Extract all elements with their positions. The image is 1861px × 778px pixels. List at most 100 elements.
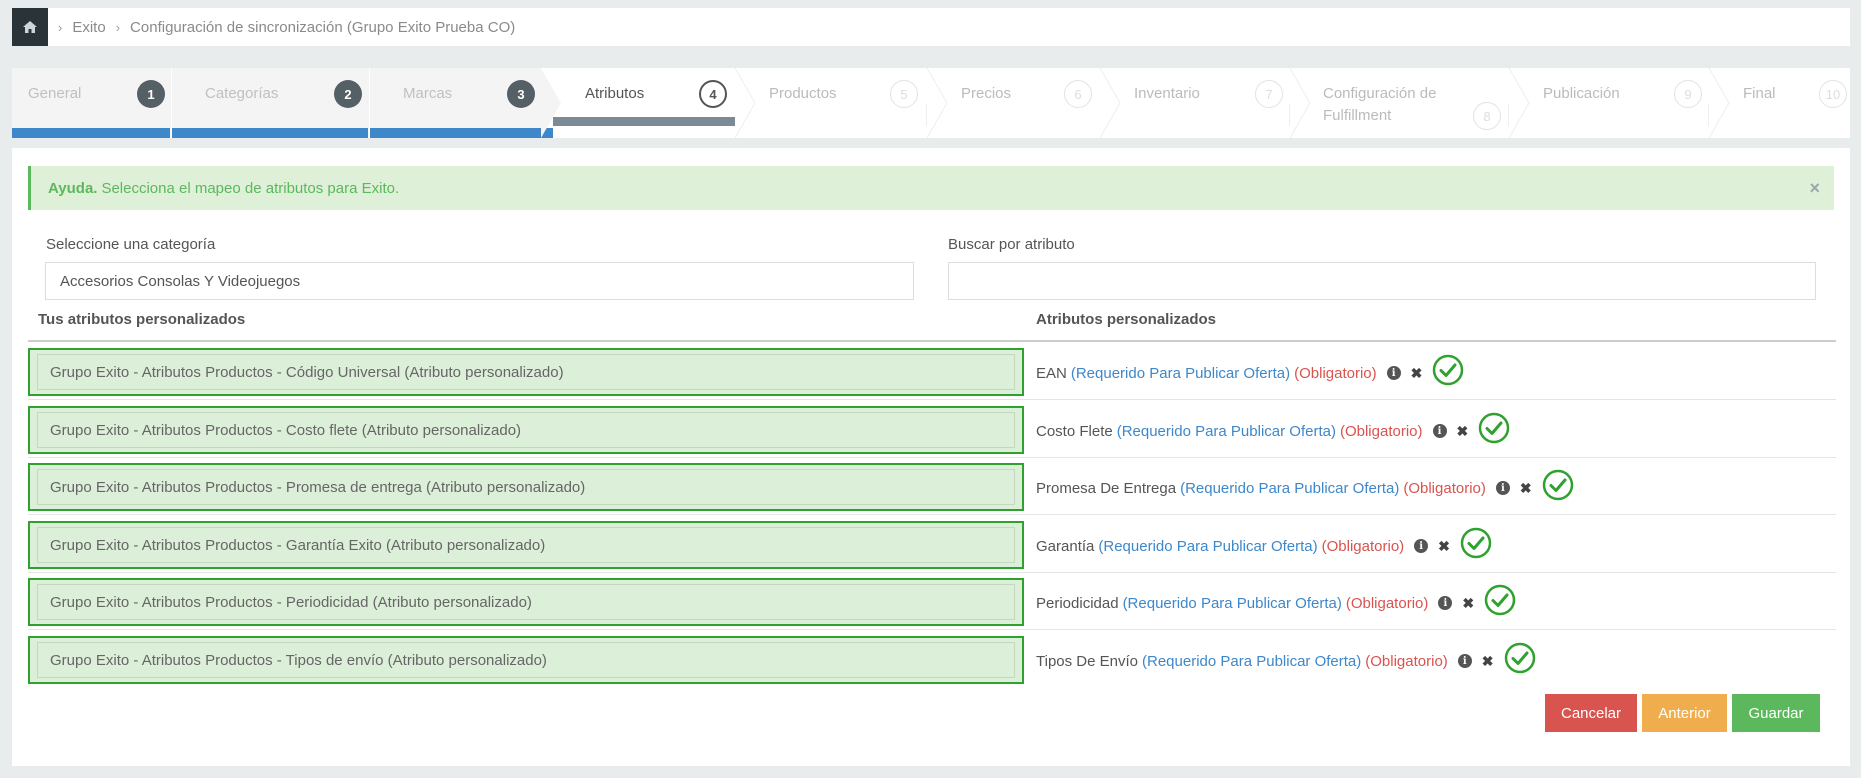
breadcrumb-item-exito[interactable]: Exito (72, 19, 105, 36)
step-number: 10 (1819, 80, 1847, 108)
mandatory-tag: (Obligatorio) (1294, 364, 1377, 382)
mapped-attribute-select[interactable]: Grupo Exito - Atributos Productos - Códi… (28, 348, 1024, 396)
step-label: Productos (769, 85, 837, 102)
wizard-step-precios[interactable]: Precios 6 (927, 68, 1100, 138)
cancel-button[interactable]: Cancelar (1545, 694, 1637, 732)
wizard-step-categorias[interactable]: Categorías 2 (172, 68, 369, 138)
right-column-header: Atributos personalizados (1036, 311, 1217, 328)
alert-title: Ayuda. (48, 179, 98, 197)
info-icon[interactable]: i (1438, 596, 1453, 610)
mapped-attribute-select[interactable]: Grupo Exito - Atributos Productos - Peri… (28, 578, 1024, 626)
home-button[interactable] (12, 8, 48, 46)
previous-button[interactable]: Anterior (1642, 694, 1727, 732)
mandatory-tag: (Obligatorio) (1345, 594, 1429, 612)
breadcrumb-separator: › (58, 19, 63, 35)
mandatory-tag: (Obligatorio) (1365, 652, 1448, 670)
mapped-attribute-select[interactable]: Grupo Exito - Atributos Productos - Gara… (28, 521, 1024, 569)
target-attribute: Garantía (Requerido Para Publicar Oferta… (1036, 527, 1492, 559)
info-icon[interactable]: i (1495, 481, 1510, 495)
save-button[interactable]: Guardar (1732, 694, 1820, 732)
step-label: Inventario (1134, 85, 1200, 102)
step-label: Atributos (585, 85, 645, 102)
category-select[interactable]: Accesorios Consolas Y Videojuegos (45, 262, 914, 300)
mapped-attribute-select[interactable]: Grupo Exito - Atributos Productos - Tipo… (28, 636, 1024, 684)
info-icon[interactable]: i (1432, 424, 1447, 438)
info-icon[interactable]: i (1386, 366, 1401, 380)
step-number: 2 (334, 80, 362, 108)
wizard-step-atributos[interactable]: Atributos 4 (541, 68, 735, 138)
step-number: 3 (507, 80, 535, 108)
step-chevron (1290, 68, 1311, 138)
step-progress-bar (370, 128, 553, 138)
required-tag: (Requerido Para Publicar Oferta) (1098, 537, 1318, 555)
step-number: 6 (1064, 80, 1092, 108)
step-label: General (28, 85, 82, 102)
wizard-step-publicacion[interactable]: Publicación 9 (1509, 68, 1709, 138)
wizard-step-fulfillment[interactable]: Configuración de Fulfillment 8 (1290, 68, 1509, 138)
breadcrumb-item-current: Configuración de sincronización (Grupo E… (130, 18, 516, 36)
attribute-name: EAN (1036, 364, 1067, 382)
attribute-name: Promesa De Entrega (1036, 479, 1177, 497)
step-label: Configuración de Fulfillment (1323, 85, 1437, 124)
wizard-steps: General 1 Categorías 2 Marcas 3 Atributo… (12, 68, 1850, 138)
help-alert: Ayuda. Selecciona el mapeo de atributos … (28, 166, 1834, 210)
step-number: 8 (1473, 102, 1501, 130)
mapped-attribute-select[interactable]: Grupo Exito - Atributos Productos - Cost… (28, 406, 1024, 454)
step-progress-bar (12, 128, 170, 138)
check-circle-icon (1460, 527, 1492, 559)
remove-icon[interactable]: ✖ (1520, 480, 1532, 497)
attribute-row: Grupo Exito - Atributos Productos - Códi… (28, 342, 1836, 400)
wizard-step-marcas[interactable]: Marcas 3 (370, 68, 553, 138)
check-circle-icon (1478, 412, 1510, 444)
step-chevron (541, 68, 561, 138)
remove-icon[interactable]: ✖ (1438, 538, 1450, 555)
attribute-row: Grupo Exito - Atributos Productos - Tipo… (28, 630, 1836, 688)
info-icon[interactable]: i (1414, 539, 1429, 553)
close-icon[interactable]: × (1809, 178, 1820, 199)
step-label: Categorías (205, 85, 279, 102)
breadcrumb: › Exito › Configuración de sincronizació… (12, 8, 1850, 46)
attribute-row: Grupo Exito - Atributos Productos - Gara… (28, 515, 1836, 573)
step-chevron (735, 68, 756, 138)
target-attribute: Costo Flete (Requerido Para Publicar Ofe… (1036, 412, 1510, 444)
home-icon (23, 21, 37, 33)
remove-icon[interactable]: ✖ (1482, 653, 1494, 670)
wizard-step-inventario[interactable]: Inventario 7 (1100, 68, 1290, 138)
left-column-header: Tus atributos personalizados (38, 311, 246, 328)
attribute-row: Grupo Exito - Atributos Productos - Prom… (28, 457, 1836, 515)
target-attribute: Promesa De Entrega (Requerido Para Publi… (1036, 469, 1574, 501)
required-tag: (Requerido Para Publicar Oferta) (1116, 422, 1336, 440)
mapped-attribute-select[interactable]: Grupo Exito - Atributos Productos - Prom… (28, 463, 1024, 511)
wizard-step-productos[interactable]: Productos 5 (735, 68, 927, 138)
step-chevron (1509, 68, 1530, 138)
wizard-step-general[interactable]: General 1 (12, 68, 171, 138)
step-chevron (927, 68, 948, 138)
step-chevron (1709, 68, 1730, 138)
remove-icon[interactable]: ✖ (1411, 365, 1423, 382)
mapped-attribute-value: Grupo Exito - Atributos Productos - Cost… (37, 412, 1015, 448)
attribute-name: Garantía (1036, 537, 1095, 555)
category-label: Seleccione una categoría (46, 236, 216, 253)
step-number: 5 (890, 80, 918, 108)
target-attribute: Periodicidad (Requerido Para Publicar Of… (1036, 584, 1516, 616)
info-icon[interactable]: i (1457, 654, 1472, 668)
mandatory-tag: (Obligatorio) (1403, 479, 1486, 497)
step-label: Marcas (403, 85, 453, 102)
check-circle-icon (1504, 642, 1535, 674)
mandatory-tag: (Obligatorio) (1339, 422, 1423, 440)
mapped-attribute-value: Grupo Exito - Atributos Productos - Gara… (37, 527, 1015, 563)
required-tag: (Requerido Para Publicar Oferta) (1070, 364, 1291, 382)
step-label: Publicación (1543, 85, 1620, 102)
check-circle-icon (1542, 469, 1573, 501)
step-number: 7 (1255, 80, 1283, 108)
mandatory-tag: (Obligatorio) (1321, 537, 1405, 555)
remove-icon[interactable]: ✖ (1462, 595, 1474, 612)
step-progress-bar (553, 117, 735, 126)
step-number: 4 (699, 80, 727, 108)
step-number: 1 (137, 80, 165, 108)
remove-icon[interactable]: ✖ (1457, 423, 1469, 440)
search-attribute-input[interactable] (948, 262, 1816, 300)
required-tag: (Requerido Para Publicar Oferta) (1142, 652, 1362, 670)
breadcrumb-separator: › (115, 19, 121, 35)
target-attribute: EAN (Requerido Para Publicar Oferta) (Ob… (1036, 354, 1464, 386)
